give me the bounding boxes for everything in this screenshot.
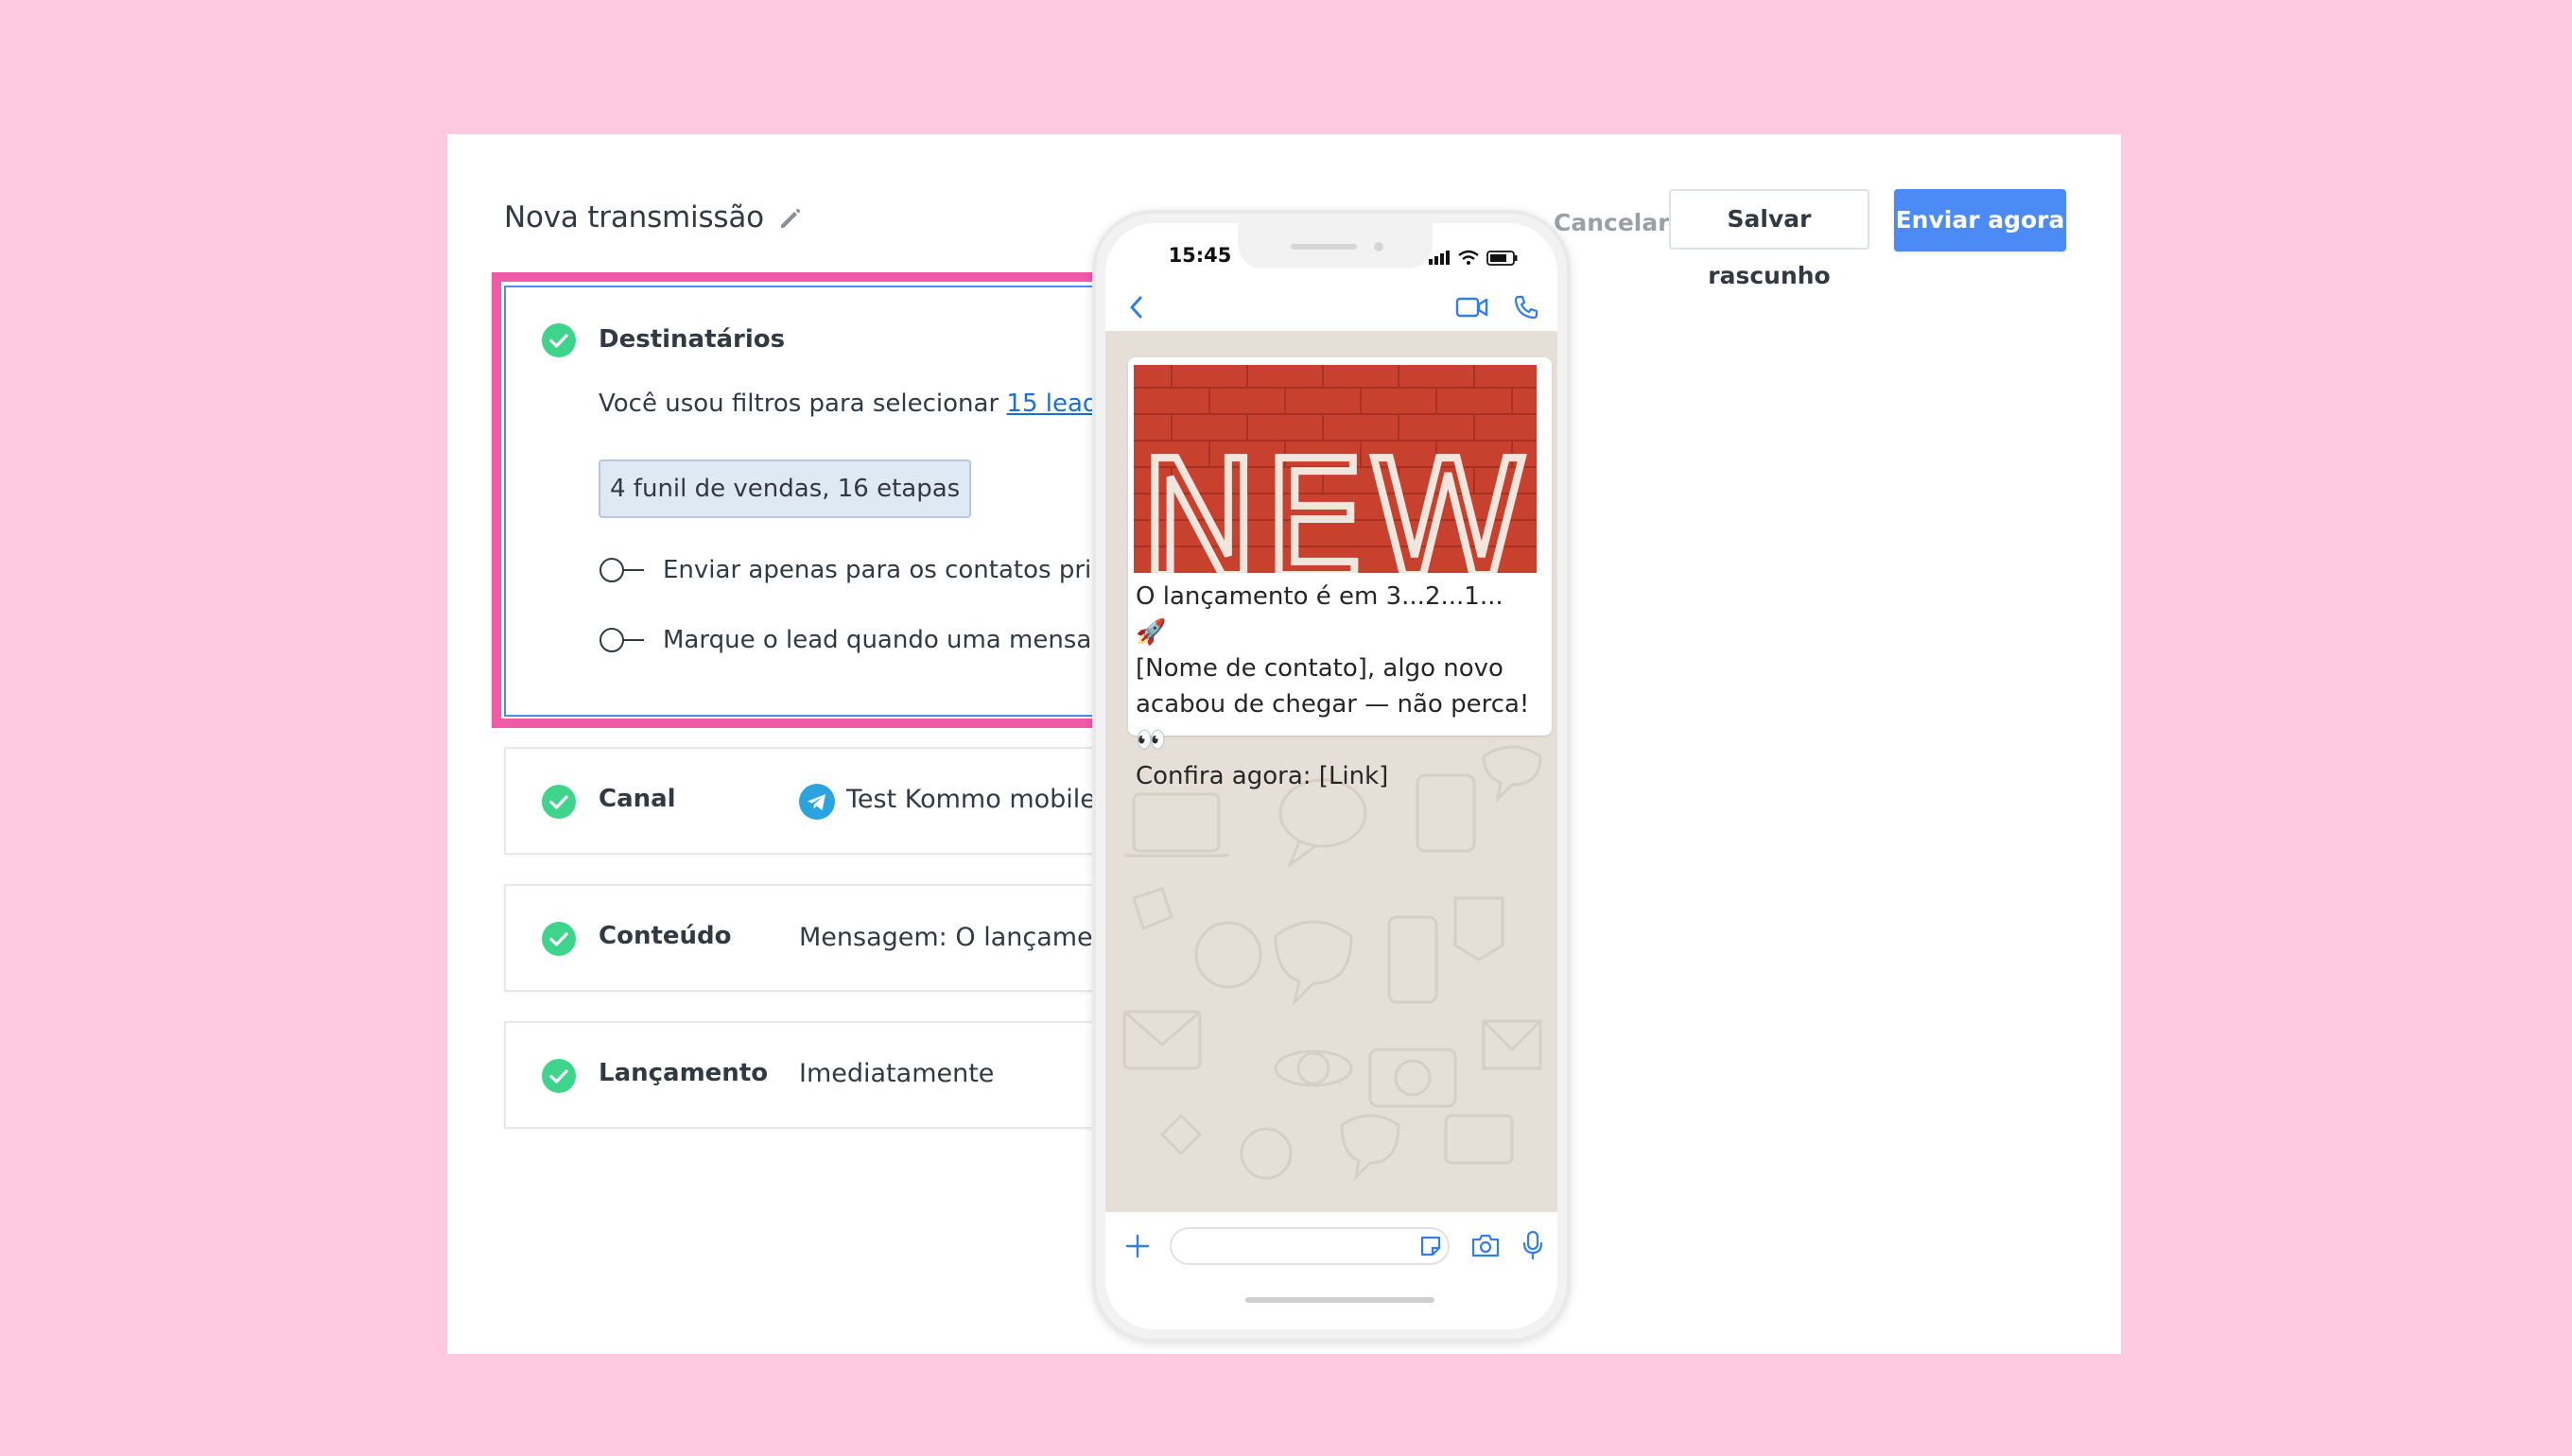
pencil-icon[interactable]	[776, 204, 805, 233]
chat-header	[1105, 282, 1557, 333]
filter-summary-text: Você usou filtros para selecionar	[599, 390, 1007, 418]
chat-area: NEW O lançamento é em 3...2...1... 🚀 [No…	[1105, 331, 1557, 1212]
plus-icon[interactable]	[1124, 1233, 1151, 1259]
new-banner-text: NEW	[1139, 426, 1532, 573]
telegram-icon	[799, 784, 835, 820]
toggle-icon[interactable]	[599, 556, 646, 584]
mic-icon[interactable]	[1521, 1229, 1544, 1261]
page-title: Nova transmissão	[504, 200, 764, 234]
check-icon	[542, 1059, 576, 1093]
message-bubble: NEW O lançamento é em 3...2...1... 🚀 [No…	[1128, 357, 1552, 790]
send-now-button[interactable]: Enviar agora	[1894, 189, 2066, 251]
phone-screen: 15:45 NEW O lançamento é em 3...2...1...…	[1105, 223, 1557, 1329]
channel-value: Test Kommo mobile	[846, 785, 1096, 814]
message-text: O lançamento é em 3...2...1... 🚀 [Nome d…	[1136, 582, 1530, 790]
new-banner-image: NEW	[1134, 365, 1537, 573]
video-icon[interactable]	[1455, 295, 1489, 320]
chat-input-bar	[1105, 1212, 1557, 1329]
recipients-label: Destinatários	[599, 325, 786, 354]
phone-clock: 15:45	[1168, 244, 1232, 267]
sticker-icon[interactable]	[1417, 1233, 1444, 1259]
check-icon	[542, 785, 576, 819]
home-indicator	[1245, 1297, 1434, 1303]
message-input[interactable]	[1170, 1227, 1450, 1265]
back-icon[interactable]	[1124, 293, 1149, 321]
launch-value: Imediatamente	[799, 1059, 995, 1088]
camera-icon[interactable]	[1470, 1231, 1501, 1259]
launch-label: Lançamento	[599, 1059, 769, 1087]
pipeline-filter-tag[interactable]: 4 funil de vendas, 16 etapas	[599, 459, 972, 518]
channel-label: Canal	[599, 785, 676, 813]
check-icon	[542, 922, 576, 956]
check-icon	[542, 323, 576, 357]
phone-icon[interactable]	[1512, 293, 1540, 321]
content-label: Conteúdo	[599, 922, 732, 950]
toggle-icon[interactable]	[599, 626, 646, 654]
save-draft-button[interactable]: Salvar rascunho	[1669, 189, 1869, 289]
status-icons	[1429, 250, 1518, 266]
filter-summary: Você usou filtros para selecionar 15 lea…	[599, 390, 1145, 418]
